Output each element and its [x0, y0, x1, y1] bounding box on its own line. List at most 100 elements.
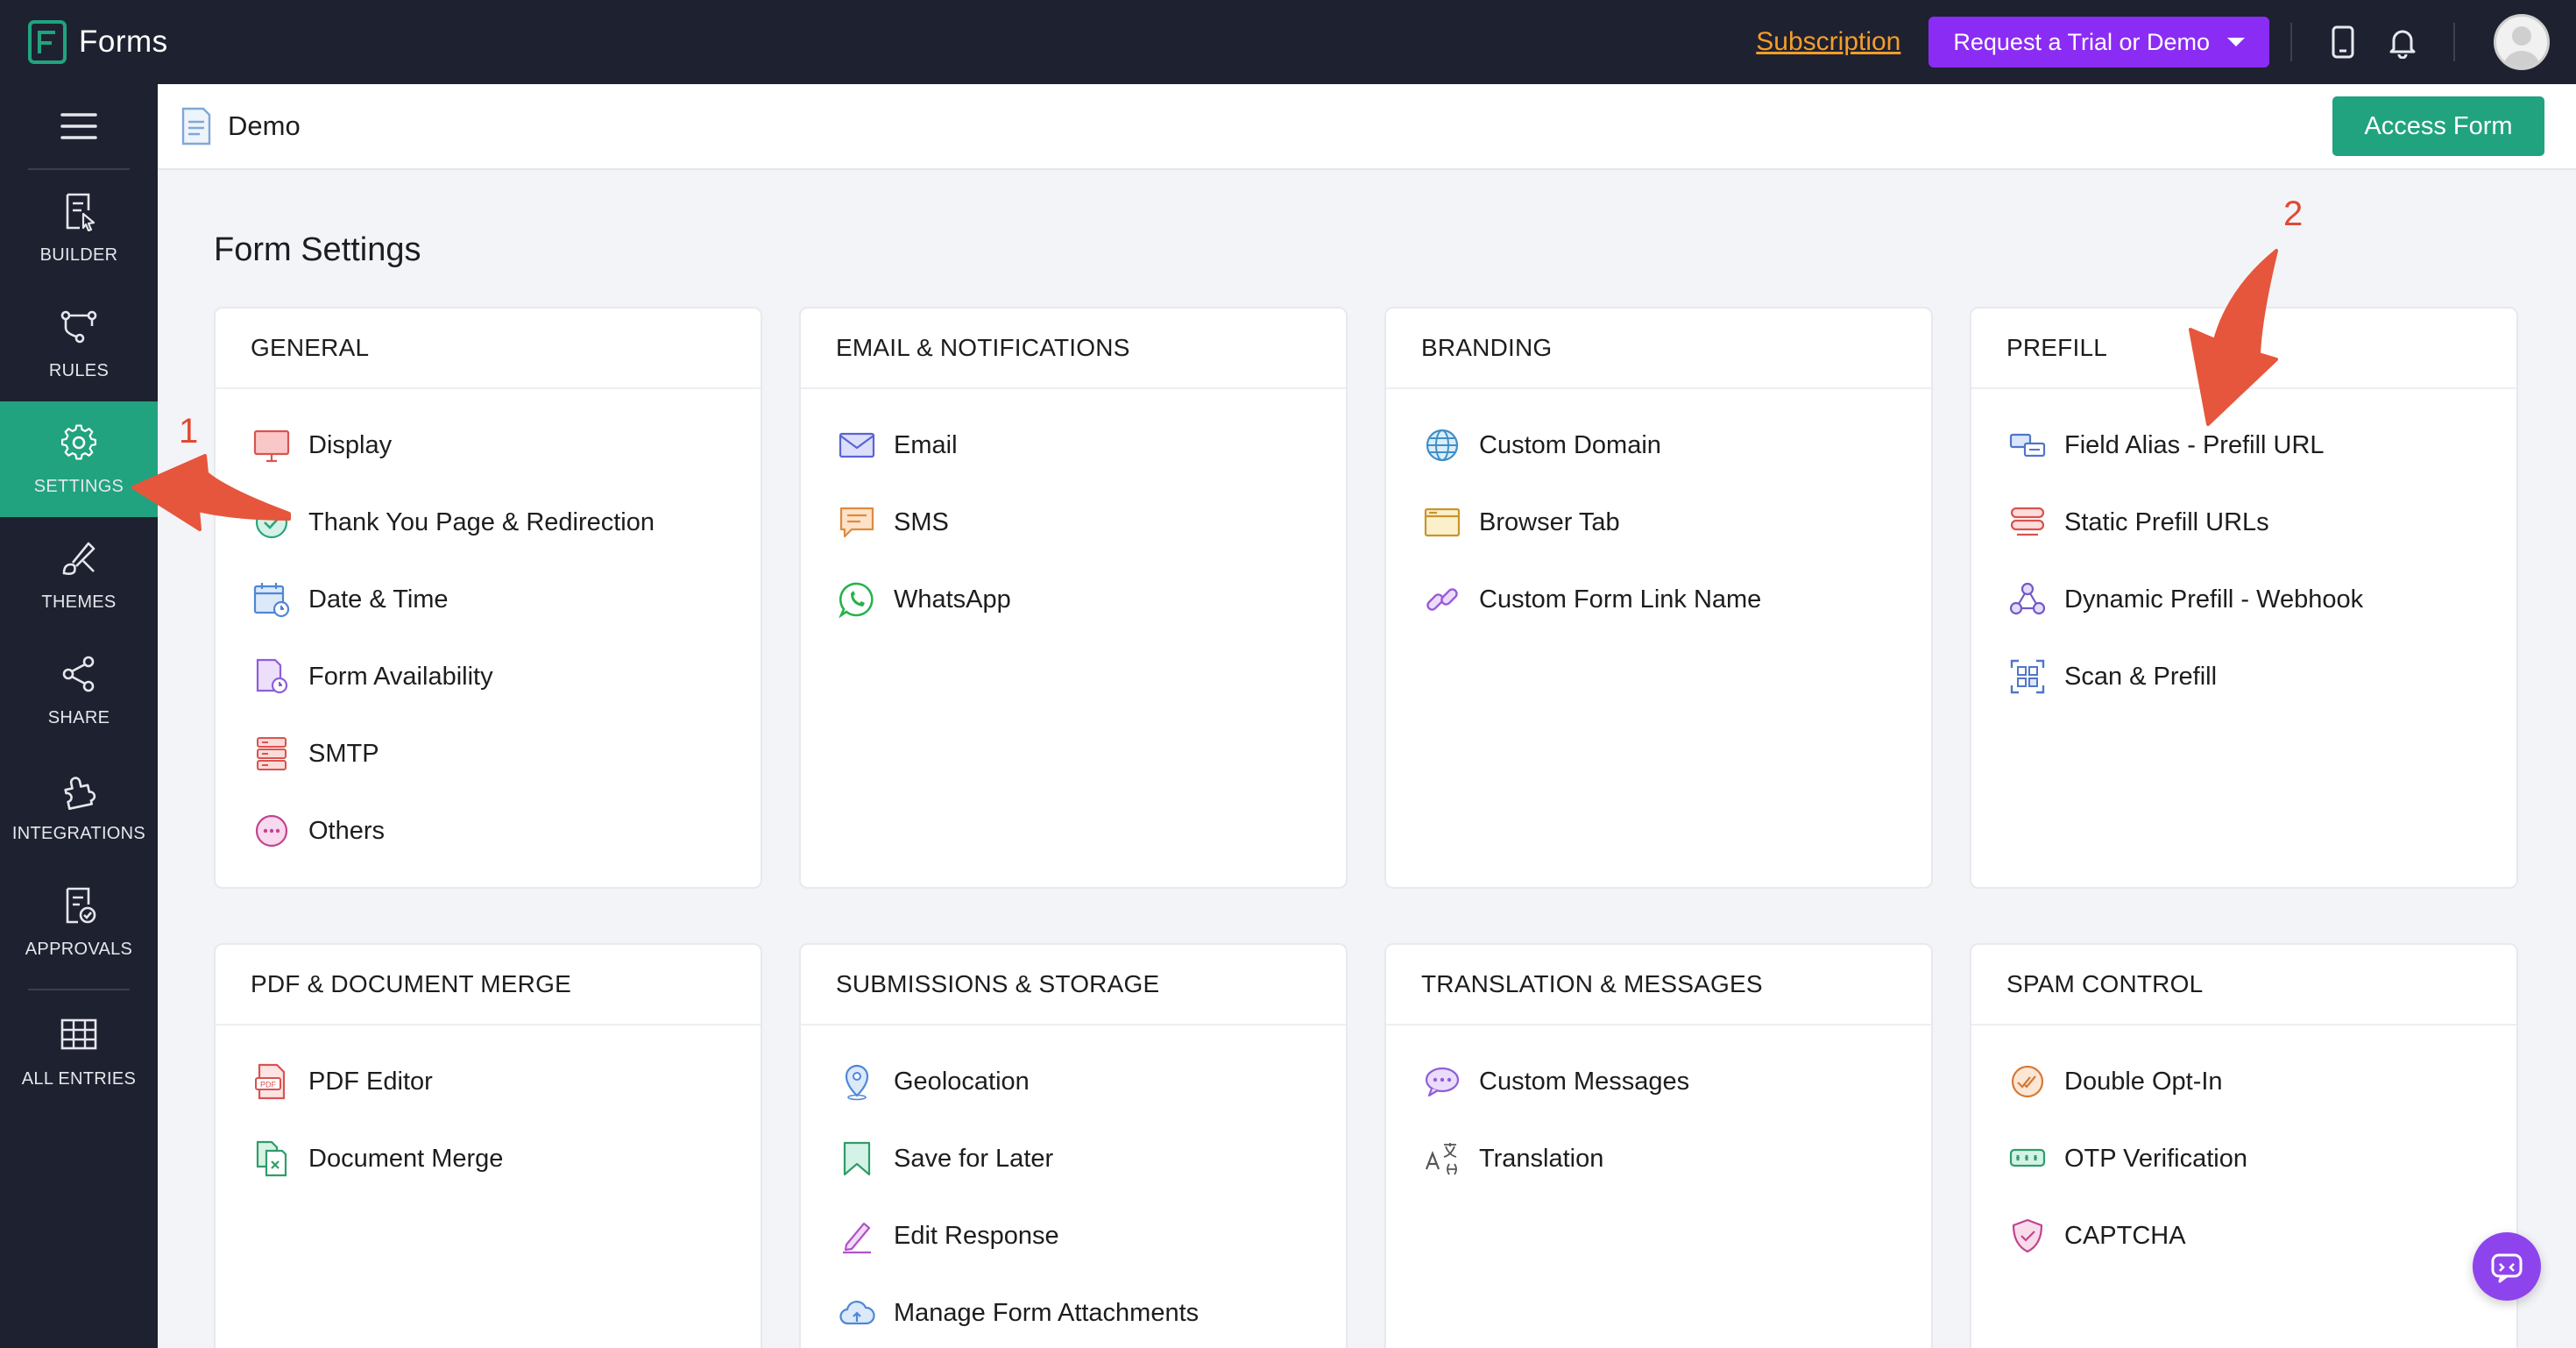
setting-item-manage-attachments[interactable]: Manage Form Attachments	[801, 1274, 1346, 1348]
settings-card-general: GENERAL Display Thank You Page & Redirec…	[214, 307, 762, 889]
access-form-button[interactable]: Access Form	[2332, 96, 2544, 156]
setting-item-email[interactable]: Email	[801, 407, 1346, 484]
annotation-number-2: 2	[2283, 195, 2304, 233]
setting-item-date-time[interactable]: Date & Time	[216, 561, 761, 638]
app-logo[interactable]: Forms	[28, 20, 168, 64]
setting-item-edit-response[interactable]: Edit Response	[801, 1197, 1346, 1274]
chat-assistant-button[interactable]	[2473, 1232, 2541, 1301]
request-trial-label: Request a Trial or Demo	[1953, 28, 2210, 55]
setting-item-captcha[interactable]: CAPTCHA	[1971, 1197, 2516, 1274]
setting-item-translation[interactable]: Translation	[1386, 1120, 1931, 1197]
settings-card-prefill: PREFILL Field Alias - Prefill URL Static…	[1970, 307, 2518, 889]
mobile-icon	[2332, 25, 2354, 59]
globe-icon	[1426, 429, 1459, 462]
setting-item-label: Date & Time	[308, 585, 449, 614]
setting-item-custom-domain[interactable]: Custom Domain	[1386, 407, 1931, 484]
setting-item-otp-verification[interactable]: OTP Verification	[1971, 1120, 2516, 1197]
setting-item-label: Email	[894, 430, 958, 459]
smtp-server-icon	[257, 737, 287, 770]
sidebar-item-approvals[interactable]: APPROVALS	[0, 864, 158, 980]
setting-item-label: Form Availability	[308, 662, 493, 691]
left-sidebar: BUILDER RULES SETTINGS THEMES SHARE INTE…	[0, 84, 158, 1348]
field-alias-icon	[2009, 433, 2046, 458]
setting-item-display[interactable]: Display	[216, 407, 761, 484]
sidebar-item-all-entries[interactable]: ALL ENTRIES	[0, 990, 158, 1113]
settings-card-spam-control: SPAM CONTROL Double Opt-In OTP Verificat…	[1970, 943, 2518, 1348]
request-trial-button[interactable]: Request a Trial or Demo	[1928, 17, 2269, 67]
webhook-icon	[2009, 582, 2046, 615]
sidebar-item-themes[interactable]: THEMES	[0, 517, 158, 633]
otp-icon	[2009, 1148, 2046, 1167]
setting-item-browser-tab[interactable]: Browser Tab	[1386, 484, 1931, 561]
setting-item-scan-prefill[interactable]: Scan & Prefill	[1971, 638, 2516, 715]
settings-card-pdf-document-merge: PDF & DOCUMENT MERGE PDF PDF Editor Docu…	[214, 943, 762, 1348]
setting-item-label: Geolocation	[894, 1067, 1030, 1096]
sidebar-item-integrations[interactable]: INTEGRATIONS	[0, 748, 158, 864]
svg-text:PDF: PDF	[260, 1081, 277, 1089]
setting-item-document-merge[interactable]: Document Merge	[216, 1120, 761, 1197]
setting-item-save-for-later[interactable]: Save for Later	[801, 1120, 1346, 1197]
notifications-button[interactable]	[2380, 19, 2425, 65]
setting-item-custom-messages[interactable]: Custom Messages	[1386, 1043, 1931, 1120]
setting-item-whatsapp[interactable]: WhatsApp	[801, 561, 1346, 638]
setting-item-label: Display	[308, 430, 393, 459]
top-actions: Subscription Request a Trial or Demo	[1756, 0, 2550, 84]
sidebar-item-label: APPROVALS	[25, 939, 133, 959]
chevron-down-icon	[2227, 38, 2245, 46]
setting-item-custom-form-link[interactable]: Custom Form Link Name	[1386, 561, 1931, 638]
sidebar-item-label: THEMES	[41, 592, 117, 612]
mobile-preview-button[interactable]	[2320, 19, 2366, 65]
hamburger-icon	[60, 113, 97, 139]
user-silhouette-icon	[2503, 26, 2540, 67]
bell-icon	[2389, 30, 2416, 59]
setting-item-static-prefill[interactable]: Static Prefill URLs	[1971, 484, 2516, 561]
card-title: SPAM CONTROL	[1971, 945, 2516, 1025]
settings-card-translation-messages: TRANSLATION & MESSAGES Custom Messages T…	[1384, 943, 1933, 1348]
sidebar-item-label: RULES	[48, 360, 110, 380]
setting-item-pdf-editor[interactable]: PDF PDF Editor	[216, 1043, 761, 1120]
card-title: GENERAL	[216, 309, 761, 389]
setting-item-label: Others	[308, 816, 386, 845]
setting-item-smtp[interactable]: SMTP	[216, 715, 761, 792]
grid-icon	[60, 1018, 97, 1049]
setting-item-label: Custom Domain	[1479, 430, 1661, 459]
bookmark-icon	[843, 1141, 871, 1176]
browser-tab-icon	[1424, 507, 1461, 537]
sidebar-item-rules[interactable]: RULES	[0, 286, 158, 401]
card-title: PREFILL	[1971, 309, 2516, 389]
setting-item-label: Thank You Page & Redirection	[308, 507, 655, 536]
translation-icon	[1425, 1143, 1457, 1175]
setting-item-dynamic-prefill[interactable]: Dynamic Prefill - Webhook	[1971, 561, 2516, 638]
pencil-icon	[843, 1222, 871, 1254]
static-prefill-icon	[2010, 507, 2045, 536]
setting-item-label: Translation	[1479, 1144, 1604, 1173]
cloud-upload-icon	[839, 1301, 875, 1325]
setting-item-field-alias[interactable]: Field Alias - Prefill URL	[1971, 407, 2516, 484]
setting-item-sms[interactable]: SMS	[801, 484, 1346, 561]
setting-item-label: SMTP	[308, 739, 379, 768]
form-name: Demo	[228, 110, 301, 141]
divider	[2453, 23, 2455, 61]
chat-bot-icon	[2491, 1253, 2523, 1283]
thank-you-icon	[255, 506, 288, 539]
card-title: SUBMISSIONS & STORAGE	[801, 945, 1346, 1025]
menu-toggle-button[interactable]	[0, 84, 158, 168]
top-bar: Forms Subscription Request a Trial or De…	[0, 0, 2576, 84]
setting-item-form-availability[interactable]: Form Availability	[216, 638, 761, 715]
sidebar-item-builder[interactable]: BUILDER	[0, 170, 158, 286]
setting-item-double-opt-in[interactable]: Double Opt-In	[1971, 1043, 2516, 1120]
sidebar-item-share[interactable]: SHARE	[0, 633, 158, 748]
sms-icon	[839, 507, 874, 538]
sidebar-item-label: INTEGRATIONS	[11, 823, 146, 843]
settings-card-email-notifications: EMAIL & NOTIFICATIONS Email SMS WhatsApp	[799, 307, 1348, 889]
rules-icon	[60, 310, 97, 343]
user-avatar[interactable]	[2494, 14, 2550, 70]
setting-item-others[interactable]: Others	[216, 792, 761, 869]
sidebar-item-settings[interactable]: SETTINGS	[0, 401, 158, 517]
setting-item-thank-you-page[interactable]: Thank You Page & Redirection	[216, 484, 761, 561]
setting-item-geolocation[interactable]: Geolocation	[801, 1043, 1346, 1120]
subscription-link[interactable]: Subscription	[1756, 27, 1900, 57]
display-icon	[253, 429, 290, 463]
captcha-shield-icon	[2012, 1218, 2043, 1253]
setting-item-label: OTP Verification	[2064, 1144, 2248, 1173]
